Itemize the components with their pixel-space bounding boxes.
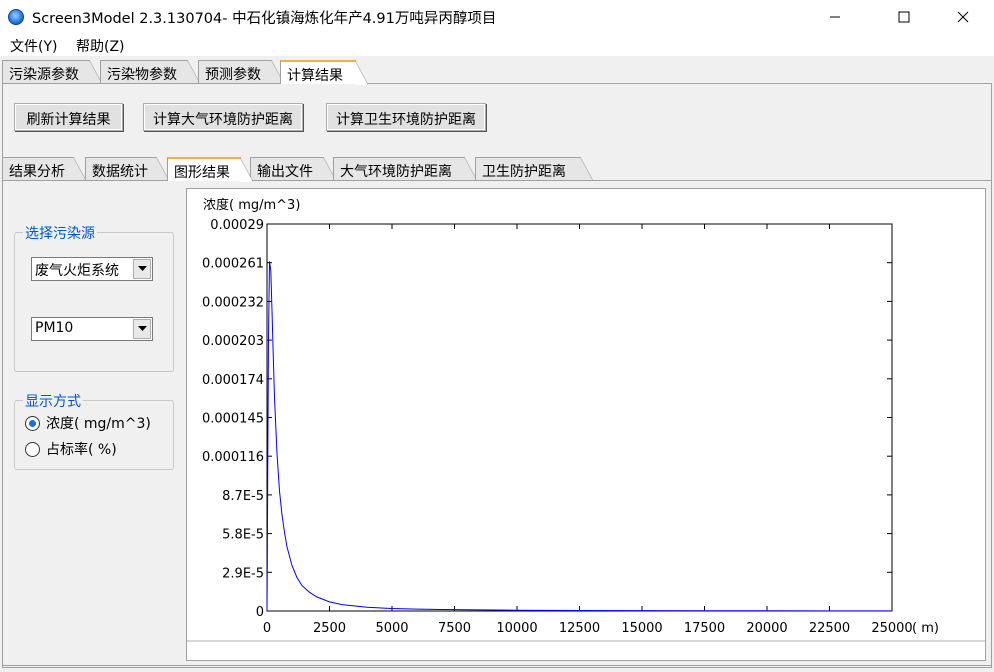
y-tick-label: 0 [256, 605, 264, 620]
y-tick-label: 0.00029 [210, 218, 264, 233]
y-tick-label: 0.000261 [202, 257, 264, 272]
tab-label: 结果分析 [9, 164, 65, 180]
tab-output-file[interactable]: 输出文件 [250, 157, 336, 181]
source-dropdown-button[interactable] [133, 259, 151, 279]
menu-help[interactable]: 帮助(Z) [74, 36, 127, 56]
source-select-value: 废气火炬系统 [35, 263, 119, 279]
concentration-line [266, 261, 892, 612]
tab-health-distance[interactable]: 卫生防护距离 [475, 157, 593, 181]
radio-percentage[interactable]: 占标率( %) [25, 439, 117, 459]
tab-pollutant-params[interactable]: 污染物参数 [100, 60, 200, 84]
calc-health-distance-button[interactable]: 计算卫生环境防护距离 [326, 103, 486, 131]
x-tick-label: 0 [263, 621, 271, 636]
source-select[interactable]: 废气火炬系统 [31, 257, 153, 281]
tab-label: 大气环境防护距离 [340, 164, 452, 180]
tab-graph-results[interactable]: 图形结果 [167, 157, 253, 182]
y-tick-label: 0.000174 [202, 373, 264, 388]
tab-label: 图形结果 [174, 165, 230, 181]
menu-file[interactable]: 文件(Y) [8, 36, 59, 56]
tab-atmospheric-distance[interactable]: 大气环境防护距离 [333, 157, 477, 181]
pollutant-select[interactable]: PM10 [31, 317, 153, 341]
plot-frame [266, 223, 893, 612]
tab-forecast-params[interactable]: 预测参数 [198, 60, 284, 84]
tab-source-params[interactable]: 污染源参数 [2, 60, 102, 84]
y-tick-label: 0.000232 [202, 295, 264, 310]
x-tick-label: 7500 [438, 621, 471, 636]
application-window: Screen3Model 2.3.130704- 中石化镇海炼化年产4.91万吨… [0, 0, 994, 672]
source-group: 选择污染源 废气火炬系统 PM10 [14, 223, 174, 372]
chevron-down-icon [137, 326, 147, 331]
maximize-icon [898, 11, 910, 23]
source-group-title: 选择污染源 [23, 223, 97, 243]
x-axis-label: ( m) [912, 621, 939, 636]
x-tick-label: 10000 [496, 621, 537, 636]
radio-percentage-label: 占标率( %) [46, 442, 117, 458]
tab-label: 计算结果 [287, 68, 343, 84]
tab-label: 预测参数 [205, 67, 261, 83]
x-tick-label: 2500 [313, 621, 346, 636]
minimize-icon [830, 16, 840, 18]
sub-tab-strip: 结果分析 数据统计 图形结果 输出文件 大气环境防护距离 卫生防护距离 [0, 157, 994, 182]
y-tick-label: 0.000116 [202, 450, 264, 465]
tab-label: 输出文件 [257, 164, 313, 180]
refresh-results-button[interactable]: 刷新计算结果 [14, 103, 123, 131]
tab-result-analysis[interactable]: 结果分析 [2, 157, 86, 181]
y-tick-label: 8.7E-5 [222, 489, 264, 504]
display-mode-group: 显示方式 浓度( mg/m^3) 占标率( %) [14, 391, 174, 470]
tab-results[interactable]: 计算结果 [280, 60, 368, 85]
x-tick-label: 22500 [809, 621, 850, 636]
chart-area: 浓度( mg/m^3) 0 2.9E-5 5.8E-5 8.7E-5 0.000116 0… [186, 188, 986, 661]
radio-concentration[interactable]: 浓度( mg/m^3) [25, 413, 151, 433]
display-group-title: 显示方式 [23, 391, 83, 411]
x-tick-label: 12500 [559, 621, 600, 636]
x-tick-label: 17500 [684, 621, 725, 636]
close-icon [957, 11, 969, 23]
main-tab-strip: 污染源参数 污染物参数 预测参数 计算结果 [0, 60, 994, 85]
radio-concentration-label: 浓度( mg/m^3) [46, 416, 151, 432]
tab-label: 污染源参数 [9, 67, 79, 83]
x-tick-label: 5000 [375, 621, 408, 636]
y-axis-label: 浓度( mg/m^3) [203, 197, 300, 213]
concentration-chart: 浓度( mg/m^3) 0 2.9E-5 5.8E-5 8.7E-5 0.000116 0… [187, 197, 985, 642]
radio-button-unchecked[interactable] [25, 441, 40, 457]
title-bar[interactable]: Screen3Model 2.3.130704- 中石化镇海炼化年产4.91万吨… [0, 0, 994, 34]
x-tick-label: 20000 [746, 621, 787, 636]
y-tick-label: 5.8E-5 [222, 528, 264, 543]
x-tick-label: 15000 [621, 621, 662, 636]
y-tick-label: 0.000145 [202, 412, 264, 427]
tab-label: 卫生防护距离 [482, 164, 566, 180]
tab-data-statistics[interactable]: 数据统计 [85, 157, 169, 181]
maximize-button[interactable] [881, 0, 927, 34]
y-tick-label: 0.000203 [202, 334, 264, 349]
radio-button-checked[interactable] [25, 415, 40, 431]
tab-label: 污染物参数 [107, 67, 177, 83]
window-title: Screen3Model 2.3.130704- 中石化镇海炼化年产4.91万吨… [32, 11, 497, 27]
menu-bar: 文件(Y) 帮助(Z) [0, 34, 994, 56]
calc-atmospheric-distance-button[interactable]: 计算大气环境防护距离 [143, 103, 303, 131]
pollutant-select-value: PM10 [35, 320, 74, 336]
chevron-down-icon [137, 266, 147, 271]
y-tick-label: 2.9E-5 [222, 566, 264, 581]
app-icon [8, 9, 24, 25]
x-tick-label: 25000 [871, 621, 912, 636]
pollutant-dropdown-button[interactable] [133, 319, 151, 339]
tab-label: 数据统计 [92, 164, 148, 180]
close-button[interactable] [940, 0, 986, 34]
minimize-button[interactable] [812, 0, 858, 34]
